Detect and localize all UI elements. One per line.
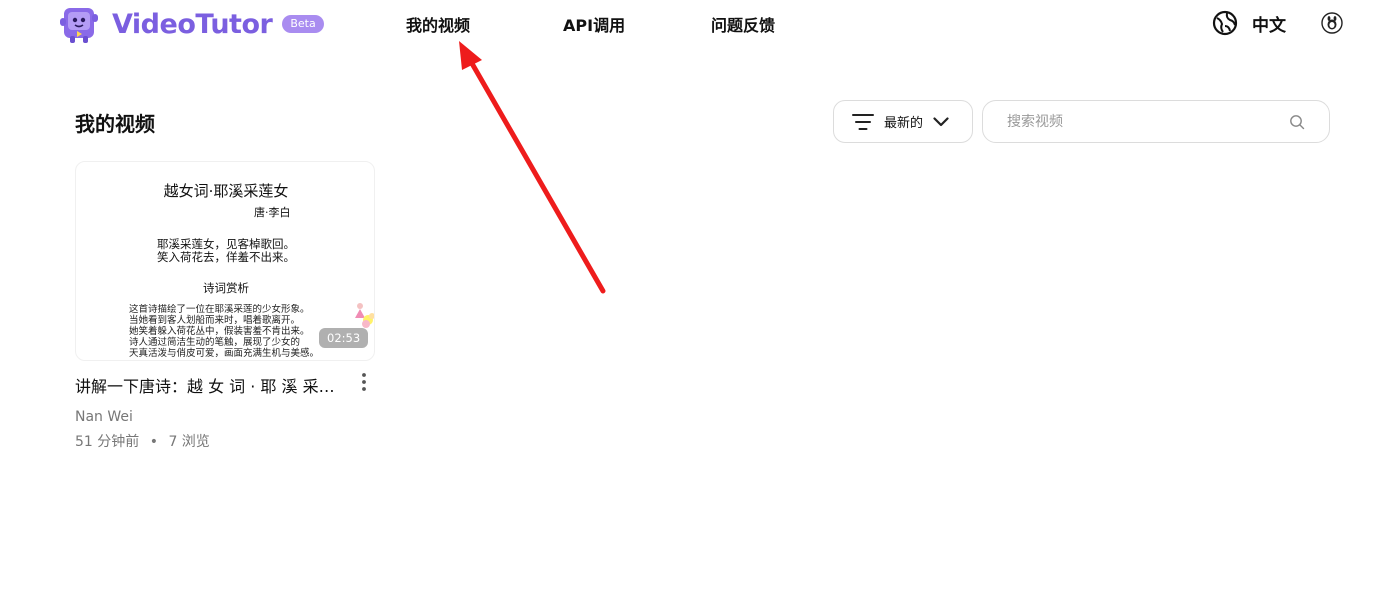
video-duration: 02:53	[319, 328, 369, 348]
video-thumbnail[interactable]: 越女词·耶溪采莲女 唐·李白 耶溪采莲女，见客棹歌回。 笑入荷花去，佯羞不出来。…	[75, 161, 375, 361]
thumbnail-subtitle: 诗词赏析	[203, 281, 249, 295]
nav-my-videos[interactable]: 我的视频	[406, 12, 470, 36]
logo[interactable]: VideoTutor Beta	[58, 4, 324, 44]
sort-dropdown[interactable]: 最新的	[833, 100, 973, 143]
meta-separator: •	[149, 434, 158, 450]
filter-icon	[852, 113, 874, 130]
globe-icon	[1212, 10, 1238, 36]
page-title: 我的视频	[75, 112, 155, 136]
nav-api[interactable]: API调用	[563, 12, 625, 36]
video-author: Nan Wei	[75, 409, 133, 425]
thumbnail-poem-line: 笑入荷花去，佯羞不出来。	[157, 250, 295, 264]
thumbnail-body-line: 当她看到客人划船而来时，唱着歌离开。	[129, 315, 301, 326]
brand-name: VideoTutor	[112, 8, 273, 40]
sort-label: 最新的	[884, 116, 924, 131]
search-input[interactable]	[1007, 112, 1287, 132]
language-label: 中文	[1252, 15, 1286, 36]
thumbnail-author: 唐·李白	[254, 206, 291, 219]
search-icon[interactable]	[1289, 114, 1305, 130]
beta-badge: Beta	[282, 15, 324, 33]
language-switcher[interactable]: 中文	[1212, 10, 1286, 36]
chevron-down-icon	[933, 116, 949, 126]
thumbnail-title: 越女词·耶溪采莲女	[163, 182, 289, 200]
more-vertical-icon[interactable]	[357, 372, 371, 392]
logo-mascot-icon	[60, 8, 98, 43]
thumbnail-body-line: 这首诗描绘了一位在耶溪采莲的少女形象。	[129, 304, 310, 315]
video-views: 7 浏览	[168, 434, 210, 450]
video-meta: 51 分钟前 • 7 浏览	[75, 431, 375, 451]
thumbnail-body-line: 天真活泼与俏皮可爱，画面充满生机与美感。	[129, 348, 320, 359]
user-avatar-icon[interactable]	[1321, 12, 1343, 34]
video-title[interactable]: 讲解一下唐诗：越 女 词 · 耶 溪 采 莲 女	[75, 373, 335, 397]
video-card[interactable]: 越女词·耶溪采莲女 唐·李白 耶溪采莲女，见客棹歌回。 笑入荷花去，佯羞不出来。…	[75, 161, 375, 451]
search-box	[982, 100, 1330, 143]
video-time: 51 分钟前	[75, 434, 140, 450]
nav-feedback[interactable]: 问题反馈	[711, 12, 775, 36]
top-navigation: VideoTutor Beta 我的视频 API调用 问题反馈 中文	[0, 0, 1393, 48]
